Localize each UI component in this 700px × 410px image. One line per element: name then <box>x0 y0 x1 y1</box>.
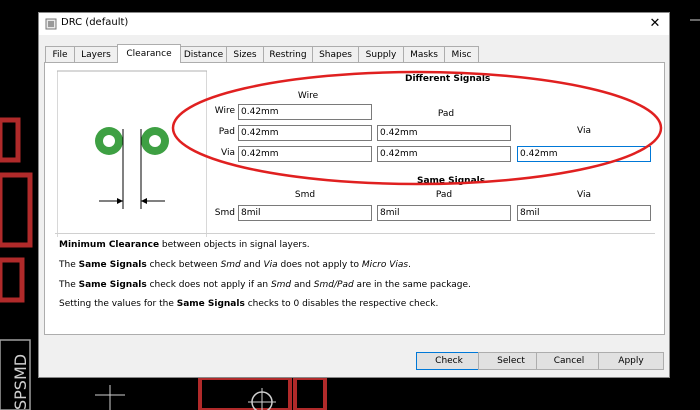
info-line-2: The Same Signals check between Smd and V… <box>59 260 411 270</box>
col-head-via: Via <box>577 126 591 136</box>
smd-via-field[interactable]: 8mil <box>517 205 651 221</box>
pad-left-icon <box>95 127 123 155</box>
tab-file[interactable]: File <box>45 46 75 62</box>
smd-pad-field[interactable]: 8mil <box>377 205 511 221</box>
tab-shapes[interactable]: Shapes <box>312 46 359 62</box>
close-button[interactable]: ✕ <box>641 13 669 35</box>
row-label-wire: Wire <box>214 106 235 116</box>
col-head-smd: Smd <box>294 190 316 200</box>
tab-supply[interactable]: Supply <box>358 46 404 62</box>
clearance-illustration <box>57 70 207 237</box>
info-line-1: Minimum Clearance between objects in sig… <box>59 240 310 250</box>
tab-misc[interactable]: Misc <box>444 46 479 62</box>
info-line-3: The Same Signals check does not apply if… <box>59 280 471 290</box>
row-label-smd: Smd <box>214 208 235 218</box>
row-label-via: Via <box>221 148 235 158</box>
arrow-right-icon <box>117 198 123 204</box>
apply-button[interactable]: Apply <box>598 352 664 370</box>
via-pad-field[interactable]: 0.42mm <box>377 146 511 162</box>
tab-clearance[interactable]: Clearance <box>117 44 181 63</box>
title-bar: DRC (default) ✕ <box>39 13 669 35</box>
arrow-left-icon <box>141 198 147 204</box>
tab-distance[interactable]: Distance <box>180 46 227 62</box>
select-button[interactable]: Select <box>478 352 544 370</box>
col-head-pad: Pad <box>437 109 455 119</box>
clearance-panel: Different Signals Wire Pad Via Wire 0.42… <box>44 62 665 335</box>
smd-smd-field[interactable]: 8mil <box>238 205 372 221</box>
via-wire-field[interactable]: 0.42mm <box>238 146 372 162</box>
tab-masks[interactable]: Masks <box>403 46 445 62</box>
pad-pad-field[interactable]: 0.42mm <box>377 125 511 141</box>
col-head-same-via: Via <box>577 190 591 200</box>
row-label-pad: Pad <box>218 127 235 137</box>
cancel-button[interactable]: Cancel <box>536 352 602 370</box>
different-signals-heading: Different Signals <box>405 74 491 84</box>
col-head-wire: Wire <box>297 91 319 101</box>
close-icon: ✕ <box>649 16 661 31</box>
app-icon <box>45 18 57 30</box>
section-divider <box>55 233 655 234</box>
tab-sizes[interactable]: Sizes <box>226 46 264 62</box>
info-line-4: Setting the values for the Same Signals … <box>59 299 439 309</box>
pcb-silk-label: SPSMD <box>11 354 30 410</box>
tab-restring[interactable]: Restring <box>263 46 313 62</box>
pad-right-icon <box>141 127 169 155</box>
drc-dialog: DRC (default) ✕ File Layers Clearance Di… <box>38 12 670 378</box>
check-button[interactable]: Check <box>416 352 482 370</box>
pad-wire-field[interactable]: 0.42mm <box>238 125 372 141</box>
tab-layers[interactable]: Layers <box>74 46 118 62</box>
via-via-field[interactable]: 0.42mm <box>517 146 651 162</box>
same-signals-heading: Same Signals <box>417 176 486 186</box>
wire-wire-field[interactable]: 0.42mm <box>238 104 372 120</box>
col-head-same-pad: Pad <box>435 190 453 200</box>
window-title: DRC (default) <box>61 17 129 28</box>
